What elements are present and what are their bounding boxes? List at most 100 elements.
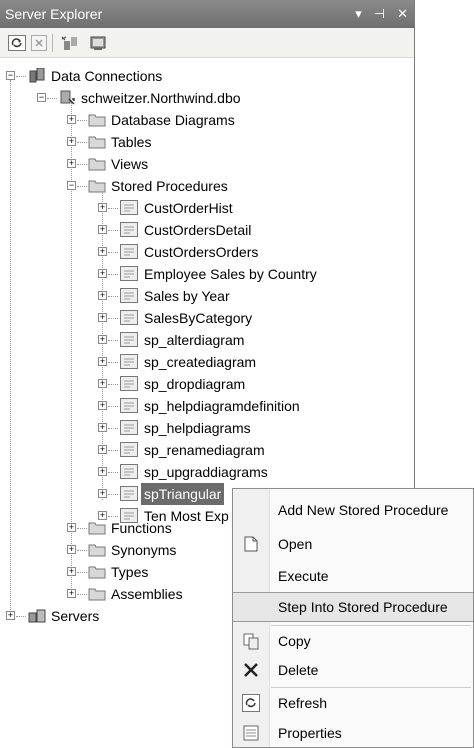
expand-icon[interactable]: + [98, 335, 107, 344]
tree-node-label: Servers [51, 608, 100, 624]
delete-icon [244, 663, 258, 677]
menu-item-delete[interactable]: Delete [233, 655, 473, 685]
tree-connector [77, 572, 87, 573]
stop-icon[interactable] [30, 35, 48, 51]
folder-icon [88, 114, 106, 127]
expand-icon[interactable]: + [6, 611, 15, 620]
expand-icon[interactable]: + [67, 567, 76, 576]
stored-procedure-icon [120, 310, 138, 325]
tree-node-label: SalesByCategory [144, 310, 253, 326]
tree-node-label: Assemblies [111, 586, 183, 602]
tree-connector [108, 450, 118, 451]
tree-connector [108, 252, 118, 253]
expand-icon[interactable]: + [98, 357, 107, 366]
stored-procedure-icon [120, 442, 138, 457]
folder-icon [88, 522, 106, 535]
expand-icon[interactable]: + [67, 159, 76, 168]
tree-connector [47, 98, 57, 99]
expand-icon[interactable]: + [67, 523, 76, 532]
stored-procedure-icon [120, 332, 138, 347]
folder-icon [88, 158, 106, 171]
stored-procedure-icon [120, 200, 138, 215]
menu-item-open[interactable]: Open [233, 529, 473, 559]
expand-icon[interactable]: + [67, 137, 76, 146]
data-connections-icon [29, 68, 45, 83]
menu-item-label: Copy [278, 633, 311, 649]
menu-item-refresh[interactable]: Refresh [233, 688, 473, 718]
refresh-icon[interactable] [8, 35, 26, 51]
tree-connector [108, 406, 118, 407]
tree-connector [108, 296, 118, 297]
expand-icon[interactable]: + [98, 445, 107, 454]
menu-item-step-into-stored-procedure[interactable]: Step Into Stored Procedure [233, 592, 473, 622]
open-icon [244, 536, 258, 552]
folder-icon [88, 136, 106, 149]
collapse-icon[interactable]: − [6, 71, 15, 80]
expand-icon[interactable]: + [98, 511, 107, 520]
tree-node-label: Database Diagrams [111, 112, 235, 128]
expand-icon[interactable]: + [98, 489, 107, 498]
menu-item-label: Open [278, 536, 313, 552]
stored-procedure-icon [120, 376, 138, 391]
expand-icon[interactable]: + [98, 423, 107, 432]
tree-connector [77, 594, 87, 595]
tree-node-label: Employee Sales by Country [144, 266, 317, 282]
connect-to-database-icon[interactable] [60, 35, 80, 51]
tree-node-label: Synonyms [111, 542, 177, 558]
menu-item-execute[interactable]: Execute [233, 561, 473, 591]
tree-node-label: Functions [111, 520, 172, 536]
tree-connector [77, 550, 87, 551]
expand-icon[interactable]: + [98, 203, 107, 212]
servers-icon [28, 609, 46, 623]
close-icon[interactable]: ✕ [397, 0, 408, 28]
tree-node-label: sp_alterdiagram [144, 332, 245, 348]
panel-titlebar: Server Explorer ▾ ⊣ ✕ [0, 0, 414, 28]
dropdown-icon[interactable]: ▾ [355, 0, 362, 28]
expand-icon[interactable]: + [67, 115, 76, 124]
tree-connector [16, 76, 26, 77]
expand-icon[interactable]: + [98, 313, 107, 322]
tree-node-label: sp_dropdiagram [144, 376, 246, 392]
tree-node-label: schweitzer.Northwind.dbo [81, 90, 241, 106]
pin-icon[interactable]: ⊣ [374, 0, 385, 28]
expand-icon[interactable]: + [98, 467, 107, 476]
collapse-icon[interactable]: − [37, 93, 46, 102]
tree-node-label: CustOrderHist [144, 200, 233, 216]
expand-icon[interactable]: + [98, 379, 107, 388]
toolbar [0, 28, 414, 58]
expand-icon[interactable]: + [98, 291, 107, 300]
tree-node-label: spTriangular [141, 483, 225, 505]
menu-item-add-new-stored-procedure[interactable]: Add New Stored Procedure [233, 495, 473, 525]
expand-icon[interactable]: + [98, 225, 107, 234]
tree-node-label: Views [111, 156, 149, 172]
folder-icon [88, 544, 106, 557]
tree-node-label: sp_creatediagram [144, 354, 257, 370]
tree-connector [108, 472, 118, 473]
tree-node-label: CustOrdersOrders [144, 244, 259, 260]
tree-connector [108, 340, 118, 341]
collapse-icon[interactable]: − [67, 181, 76, 190]
tree-connector [108, 494, 118, 495]
menu-item-properties[interactable]: Properties [233, 718, 473, 748]
menu-item-label: Properties [278, 725, 342, 741]
panel-controls: ▾ ⊣ ✕ [355, 0, 408, 28]
tree-node-label: Sales by Year [144, 288, 230, 304]
menu-item-label: Refresh [278, 695, 328, 711]
tree-connector [77, 528, 87, 529]
expand-icon[interactable]: + [98, 401, 107, 410]
connect-to-server-icon[interactable] [88, 35, 110, 51]
tree-connector [108, 274, 118, 275]
toolbar-separator [52, 34, 53, 52]
panel-title: Server Explorer [5, 6, 103, 22]
stored-procedure-icon [120, 222, 138, 237]
menu-item-copy[interactable]: Copy [233, 626, 473, 656]
expand-icon[interactable]: + [67, 545, 76, 554]
refresh-icon [242, 694, 260, 712]
tree-connector [108, 362, 118, 363]
expand-icon[interactable]: + [98, 247, 107, 256]
tree-node-label: Data Connections [51, 68, 163, 84]
expand-icon[interactable]: + [67, 589, 76, 598]
expand-icon[interactable]: + [98, 269, 107, 278]
folder-icon [88, 588, 106, 601]
tree-node-label: Types [111, 564, 149, 580]
